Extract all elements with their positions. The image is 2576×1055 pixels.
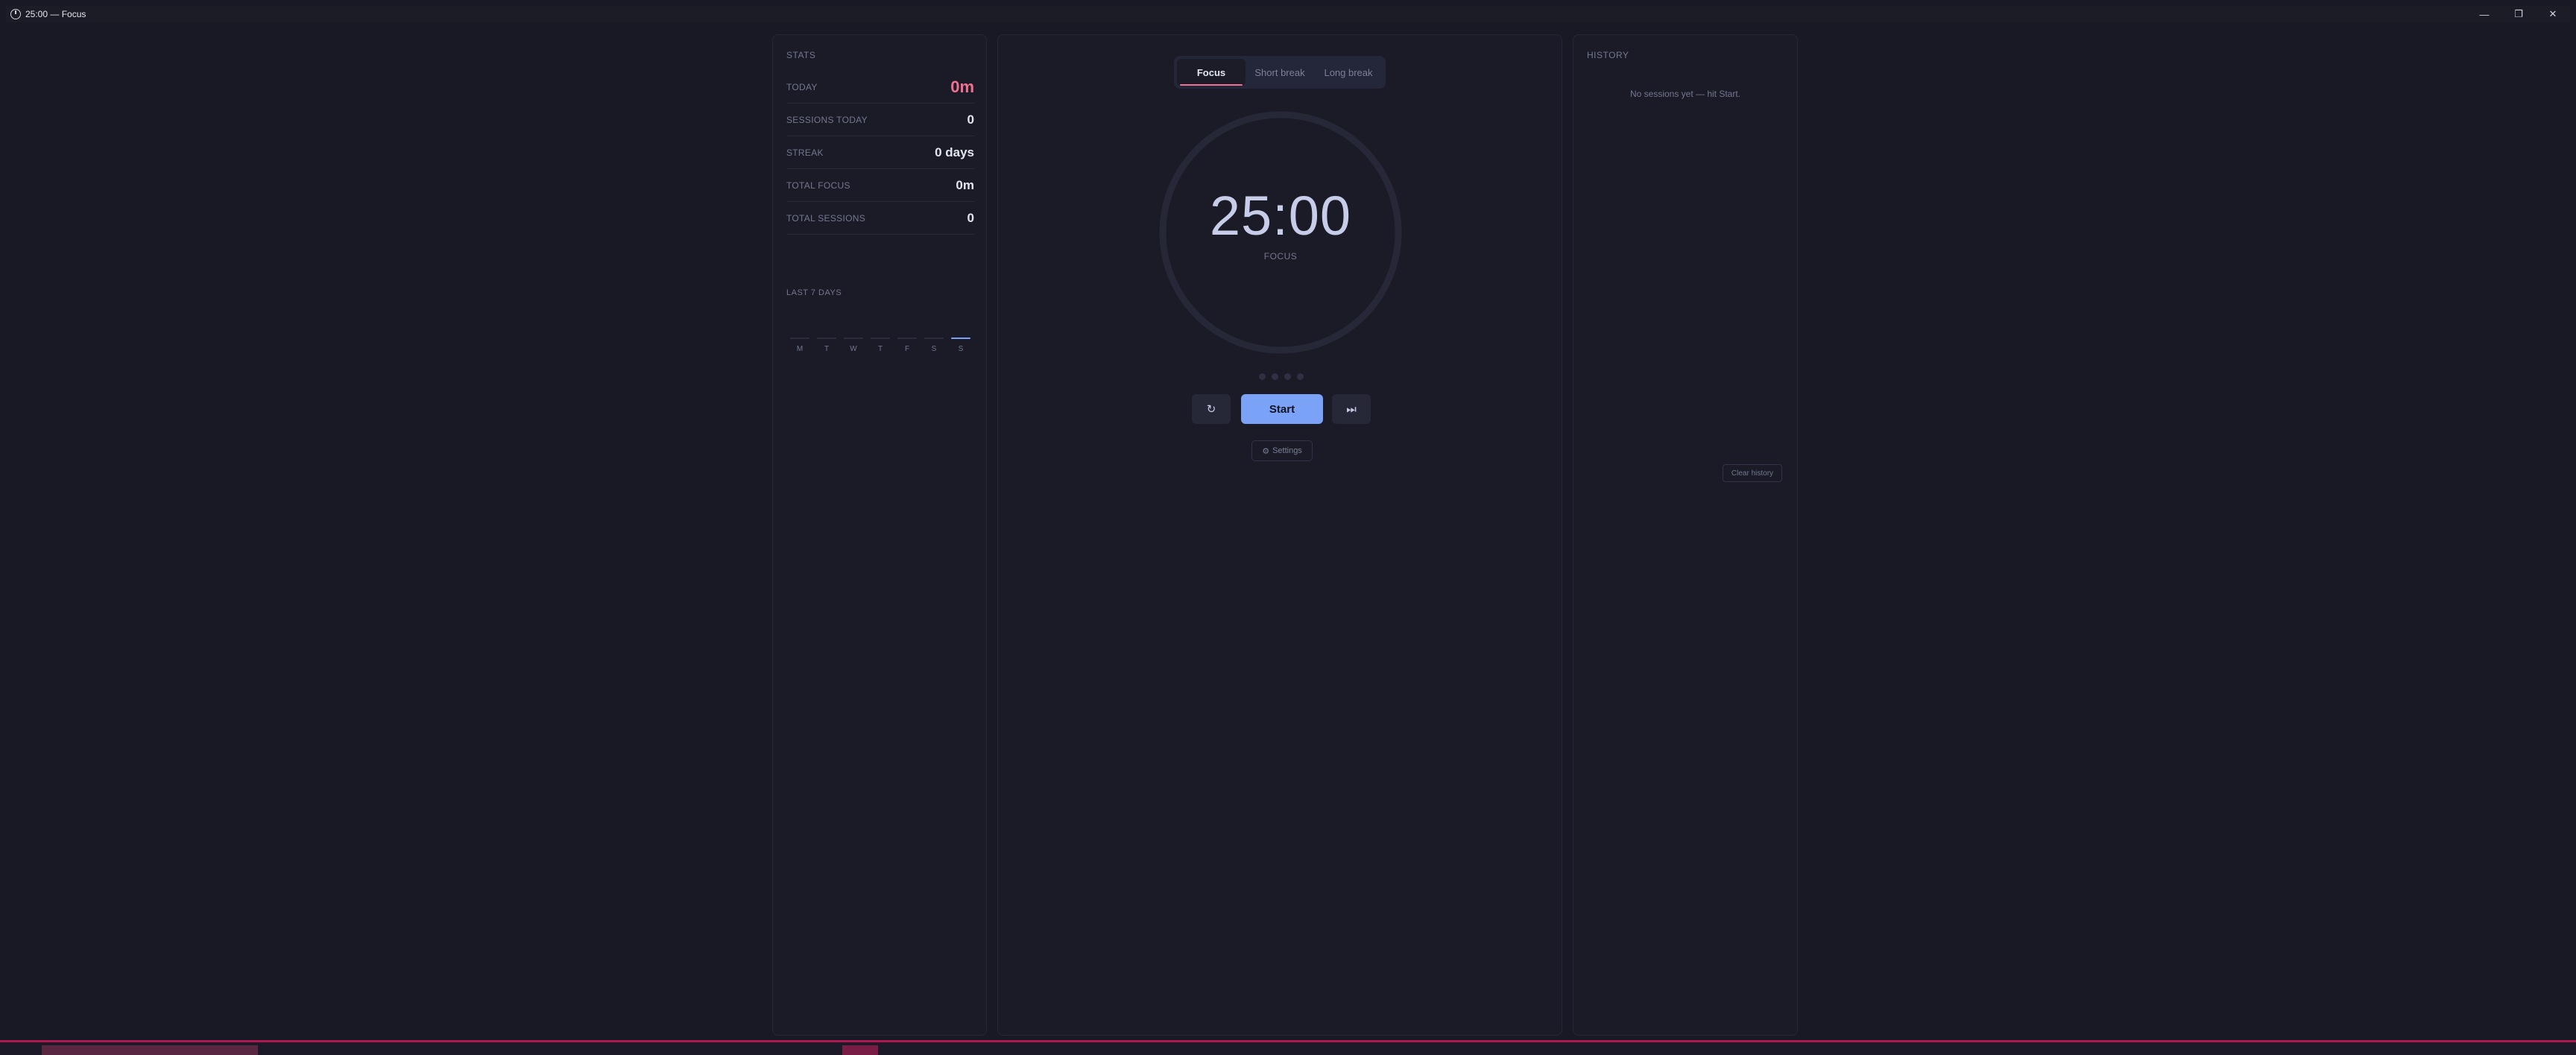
chart-bar: [871, 338, 890, 339]
reset-button[interactable]: ↻: [1192, 394, 1231, 424]
stat-sessions-today: SESSIONS TODAY 0: [786, 104, 974, 136]
chart-bar: [844, 338, 863, 339]
chart-bar: [897, 338, 917, 339]
chart-tick-label: M: [797, 345, 803, 352]
skip-button[interactable]: ⏭: [1332, 394, 1371, 424]
history-panel: HISTORY No sessions yet — hit Start. Cle…: [1573, 34, 1798, 1036]
taskbar: [0, 1040, 2576, 1055]
chart-bar: [924, 338, 944, 339]
title-bar[interactable]: 25:00 — Focus — ❐ ✕: [6, 6, 2570, 22]
tab-short-break[interactable]: Short break: [1246, 59, 1314, 86]
chart-tick-label: T: [878, 345, 883, 352]
stat-label: TOTAL SESSIONS: [786, 212, 866, 224]
maximize-button[interactable]: ❐: [2501, 6, 2536, 22]
session-dots: [1259, 373, 1304, 380]
chart-bar: [951, 338, 970, 339]
stats-heading: STATS: [786, 50, 816, 60]
clear-history-button[interactable]: Clear history: [1723, 464, 1782, 482]
stat-label: TODAY: [786, 81, 818, 92]
settings-button[interactable]: ⚙ Settings: [1251, 440, 1313, 461]
settings-label: Settings: [1272, 446, 1302, 455]
stat-total-sessions: TOTAL SESSIONS 0: [786, 202, 974, 235]
session-dot: [1259, 373, 1266, 380]
chart-tick-label: W: [850, 345, 857, 352]
window-controls: — ❐ ✕: [2467, 6, 2570, 22]
skip-icon: ⏭: [1346, 402, 1357, 416]
stats-panel: STATS TODAY 0m SESSIONS TODAY 0 STREAK 0…: [772, 34, 987, 1036]
session-dot: [1297, 373, 1304, 380]
chart-tick-label: F: [905, 345, 909, 352]
chart-tick-label: S: [932, 345, 937, 352]
chart-bar: [817, 338, 836, 339]
taskbar-thumbnail[interactable]: [42, 1045, 258, 1055]
stat-value: 0: [967, 112, 974, 127]
start-button[interactable]: Start: [1241, 394, 1323, 424]
stat-streak: STREAK 0 days: [786, 136, 974, 169]
stat-today: TODAY 0m: [786, 71, 974, 104]
chart-tick-label: T: [824, 345, 829, 352]
stat-value: 0 days: [935, 145, 974, 159]
weekly-bar-chart: MTWTFSS: [790, 338, 970, 352]
stat-label: TOTAL FOCUS: [786, 180, 850, 191]
timer-display: 25:00: [1209, 185, 1352, 247]
tab-focus[interactable]: Focus: [1177, 59, 1246, 86]
taskbar-app-button[interactable]: [842, 1045, 878, 1055]
history-heading: HISTORY: [1587, 50, 1629, 60]
stat-label: SESSIONS TODAY: [786, 114, 868, 125]
session-dot: [1272, 373, 1278, 380]
stat-label: STREAK: [786, 147, 824, 158]
close-button[interactable]: ✕: [2536, 6, 2570, 22]
timer-icon: [10, 9, 21, 19]
session-dot: [1284, 373, 1291, 380]
stat-value: 0: [967, 210, 974, 225]
minimize-button[interactable]: —: [2467, 6, 2501, 22]
stat-total-focus: TOTAL FOCUS 0m: [786, 169, 974, 202]
stat-value: 0m: [956, 177, 974, 192]
reset-icon: ↻: [1206, 403, 1216, 416]
timer-panel: Focus Short break Long break 25:00 FOCUS…: [997, 34, 1562, 1036]
gear-icon: ⚙: [1262, 446, 1270, 456]
chart-heading: LAST 7 DAYS: [786, 288, 842, 297]
mode-tabs: Focus Short break Long break: [1174, 56, 1386, 89]
tab-long-break[interactable]: Long break: [1314, 59, 1383, 86]
timer-mode-label: FOCUS: [1263, 251, 1298, 262]
chart-bar: [790, 338, 809, 339]
history-empty-message: No sessions yet — hit Start.: [1629, 89, 1741, 99]
window-title: 25:00 — Focus: [25, 9, 86, 19]
stat-value: 0m: [950, 77, 974, 96]
chart-tick-label: S: [959, 345, 964, 352]
